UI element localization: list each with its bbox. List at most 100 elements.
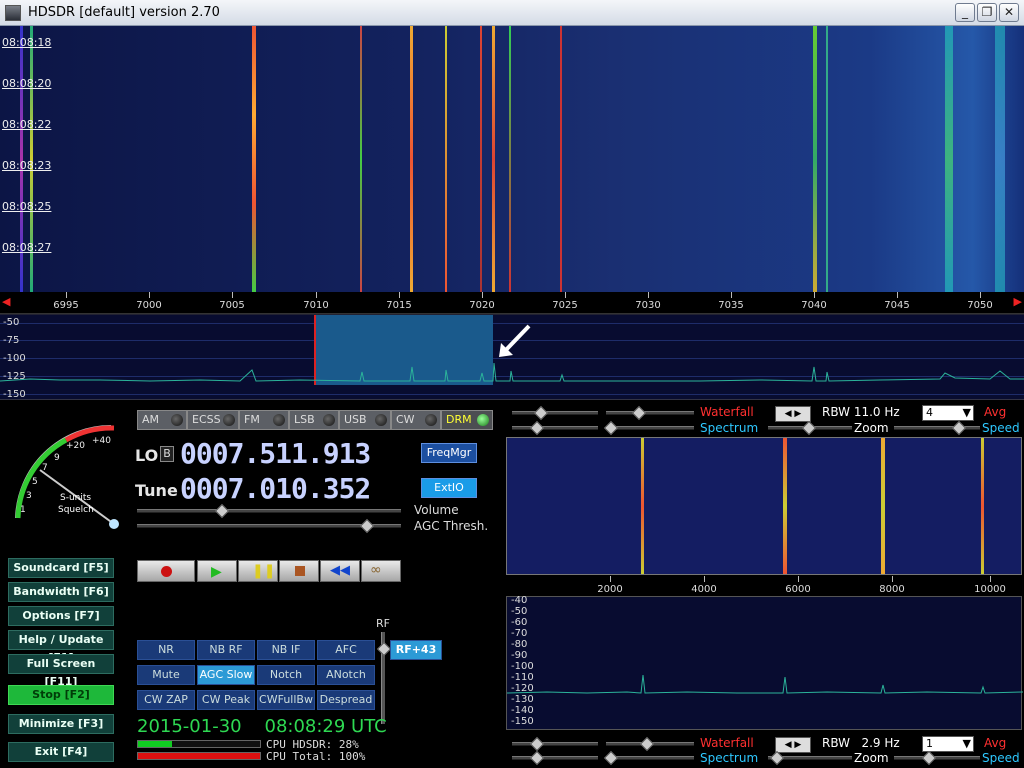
bottom-spectrum-slider-1[interactable] [512, 750, 598, 766]
mode-ecss-button[interactable]: ECSS [187, 410, 239, 430]
rf-gain-value[interactable]: RF+43 [390, 640, 442, 660]
top-waterfall-slider-1[interactable] [512, 405, 598, 421]
agc-slow-button[interactable]: AGC Slow [197, 665, 255, 685]
mode-cw-button[interactable]: CW [391, 410, 441, 430]
smeter-scale-label: 9 [54, 453, 60, 463]
waterfall-time: 08:08:27 [2, 241, 52, 254]
close-window-button[interactable]: ✕ [999, 3, 1019, 22]
bottom-spectrum-slider-2[interactable] [603, 750, 694, 766]
full-screen-button[interactable]: Full Screen [F11] [8, 654, 114, 688]
top-rbw-label: RBW 11.0 Hz [822, 405, 900, 419]
bottom-zoom-slider[interactable] [768, 750, 852, 766]
smeter-scale-label: 5 [32, 477, 38, 487]
bottom-nav-arrows[interactable]: ◀ ▶ [775, 737, 811, 753]
waterfall-time: 08:08:23 [2, 159, 52, 172]
chevron-down-icon: ▼ [962, 406, 971, 419]
top-waterfall-slider-2[interactable] [606, 405, 694, 421]
main-waterfall[interactable]: 08:08:18 08:08:20 08:08:22 08:08:23 08:0… [0, 26, 1024, 292]
freq-label: 7020 [469, 300, 495, 311]
top-avg-label: Avg [984, 405, 1007, 419]
loop-button[interactable]: ∞ [361, 560, 401, 582]
cw-zap-button[interactable]: CW ZAP [137, 690, 195, 710]
zoom-frequency-scale[interactable]: 2000 4000 6000 8000 10000 [506, 576, 1022, 596]
pause-button[interactable]: ❚❚ [238, 560, 278, 582]
db-label: -125 [3, 371, 26, 382]
bottom-rbw-label: RBW 2.9 Hz [822, 736, 900, 750]
minimize-button[interactable]: Minimize [F3] [8, 714, 114, 734]
exit-button[interactable]: Exit [F4] [8, 742, 114, 762]
anotch-button[interactable]: ANotch [317, 665, 375, 685]
top-nav-arrows[interactable]: ◀ ▶ [775, 406, 811, 422]
volume-slider[interactable] [137, 503, 401, 519]
bottom-speed-label: Speed [982, 751, 1020, 765]
mode-usb-button[interactable]: USB [339, 410, 391, 430]
restore-window-button[interactable]: ❐ [977, 3, 997, 22]
mute-button[interactable]: Mute [137, 665, 195, 685]
scroll-right-icon[interactable]: ▶ [1014, 295, 1022, 308]
bottom-waterfall-slider-2[interactable] [606, 736, 694, 752]
options-button[interactable]: Options [F7] [8, 606, 114, 626]
nr-button[interactable]: NR [137, 640, 195, 660]
zoom-db-label: -50 [511, 606, 528, 617]
tune-frequency[interactable]: 0007.010.352 [180, 472, 371, 505]
afc-button[interactable]: AFC [317, 640, 375, 660]
freq-label: 7005 [219, 300, 245, 311]
zoom-db-label: -60 [511, 617, 528, 628]
mode-fm-button[interactable]: FM [239, 410, 289, 430]
top-zoom-label: Zoom [854, 421, 889, 435]
frequency-scale[interactable]: ◀ ▶ 6995 7000 7005 7010 7015 7020 7025 7… [0, 292, 1024, 314]
main-spectrum[interactable]: -50 -75 -100 -125 -150 [0, 314, 1024, 400]
freq-label: 7035 [718, 300, 744, 311]
freqmgr-button[interactable]: FreqMgr [421, 443, 477, 463]
mode-drm-button[interactable]: DRM [441, 410, 493, 430]
play-button[interactable]: ▶ [197, 560, 237, 582]
stop-button[interactable]: Stop [F2] [8, 685, 114, 705]
lo-frequency[interactable]: 0007.511.913 [180, 437, 371, 470]
lo-badge[interactable]: B [160, 446, 174, 462]
minimize-window-button[interactable]: _ [955, 3, 975, 22]
despread-button[interactable]: Despread [317, 690, 375, 710]
agc-thresh-slider[interactable] [137, 518, 401, 534]
rewind-button[interactable]: ◀◀ [320, 560, 360, 582]
mode-lsb-button[interactable]: LSB [289, 410, 339, 430]
rf-gain-slider[interactable] [376, 632, 392, 724]
top-speed-slider[interactable] [894, 420, 980, 436]
bottom-avg-label: Avg [984, 736, 1007, 750]
nb-rf-button[interactable]: NB RF [197, 640, 255, 660]
bandwidth-button[interactable]: Bandwidth [F6] [8, 582, 114, 602]
record-button[interactable] [137, 560, 195, 582]
cw-peak-button[interactable]: CW Peak [197, 690, 255, 710]
extio-button[interactable]: ExtIO [421, 478, 477, 498]
bottom-avg-select[interactable]: 1 ▼ [922, 736, 974, 752]
top-spectrum-slider-2[interactable] [603, 420, 694, 436]
zoom-spectrum[interactable]: -40 -50 -60 -70 -80 -90 -100 -110 -120 -… [506, 595, 1023, 730]
zoom-waterfall[interactable] [506, 437, 1022, 575]
bottom-speed-slider[interactable] [894, 750, 980, 766]
nb-if-button[interactable]: NB IF [257, 640, 315, 660]
bottom-waterfall-slider-1[interactable] [512, 736, 598, 752]
volume-label: Volume [414, 503, 459, 517]
cpu-hdsdr-bar [137, 740, 261, 748]
smeter-scale-label: 3 [26, 491, 32, 501]
scroll-left-icon[interactable]: ◀ [2, 295, 10, 308]
smeter-scale-label: +20 [66, 441, 85, 451]
mode-am-button[interactable]: AM [137, 410, 187, 430]
smeter-squelch-label: Squelch [58, 505, 94, 515]
freq-label: 7045 [884, 300, 910, 311]
top-zoom-slider[interactable] [768, 420, 852, 436]
zoom-freq-label: 4000 [691, 584, 717, 595]
soundcard-button[interactable]: Soundcard [F5] [8, 558, 114, 578]
smeter-units-label: S-units [60, 493, 91, 503]
smeter-scale-label: 1 [20, 505, 26, 515]
zoom-freq-label: 6000 [785, 584, 811, 595]
freq-label: 7030 [635, 300, 661, 311]
help-update-button[interactable]: Help / Update [F1] [8, 630, 114, 664]
notch-button[interactable]: Notch [257, 665, 315, 685]
lo-label: LO [135, 446, 159, 465]
top-avg-select[interactable]: 4 ▼ [922, 405, 974, 421]
stop-playback-button[interactable] [279, 560, 319, 582]
cw-fullbw-button[interactable]: CWFullBw [257, 690, 315, 710]
zoom-db-label: -140 [511, 705, 534, 716]
top-spectrum-slider-1[interactable] [512, 420, 598, 436]
zoom-db-label: -110 [511, 672, 534, 683]
